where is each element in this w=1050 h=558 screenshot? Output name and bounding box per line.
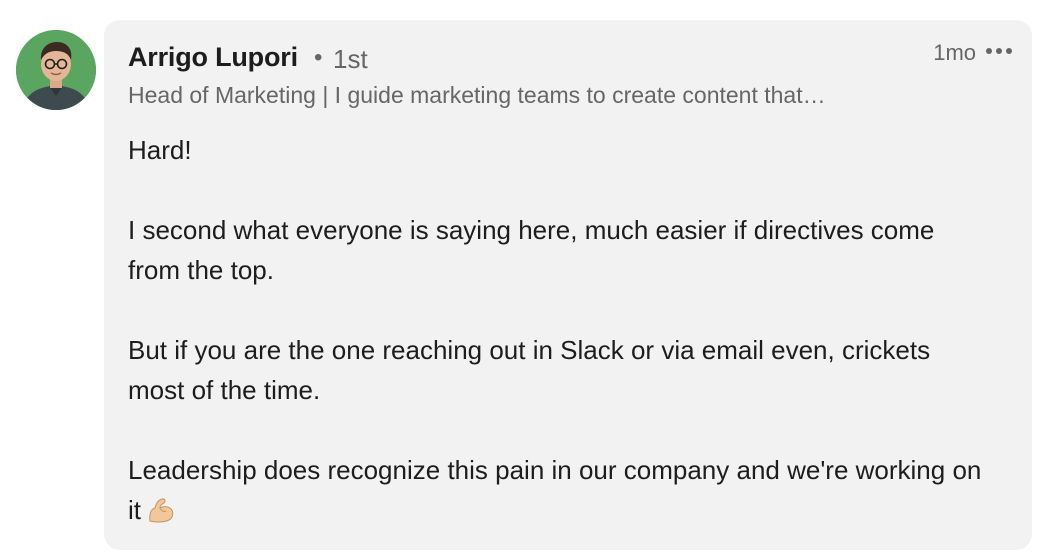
comment-paragraph: But if you are the one reaching out in S… bbox=[128, 335, 931, 405]
avatar-photo bbox=[16, 30, 96, 110]
comment-time: 1mo bbox=[933, 40, 976, 65]
comment-paragraph: Hard! bbox=[128, 135, 192, 165]
flexed-biceps-icon bbox=[147, 494, 175, 534]
comment-bubble: Arrigo Lupori • 1st Head of Marketing | … bbox=[104, 20, 1032, 550]
more-horizontal-icon bbox=[986, 48, 1012, 54]
comment-text: Hard! I second what everyone is saying h… bbox=[128, 130, 988, 534]
connection-degree: 1st bbox=[333, 44, 368, 74]
author-avatar[interactable] bbox=[16, 30, 96, 110]
more-options-button[interactable] bbox=[982, 36, 1016, 66]
author-name[interactable]: Arrigo Lupori bbox=[128, 42, 298, 73]
comment-paragraph-text: Leadership does recognize this pain in o… bbox=[128, 455, 982, 525]
comment-paragraph: I second what everyone is saying here, m… bbox=[128, 215, 935, 285]
comment-paragraph-last: Leadership does recognize this pain in o… bbox=[128, 450, 988, 534]
separator-dot: • bbox=[314, 44, 323, 71]
author-headline[interactable]: Head of Marketing | I guide marketing te… bbox=[128, 82, 908, 109]
